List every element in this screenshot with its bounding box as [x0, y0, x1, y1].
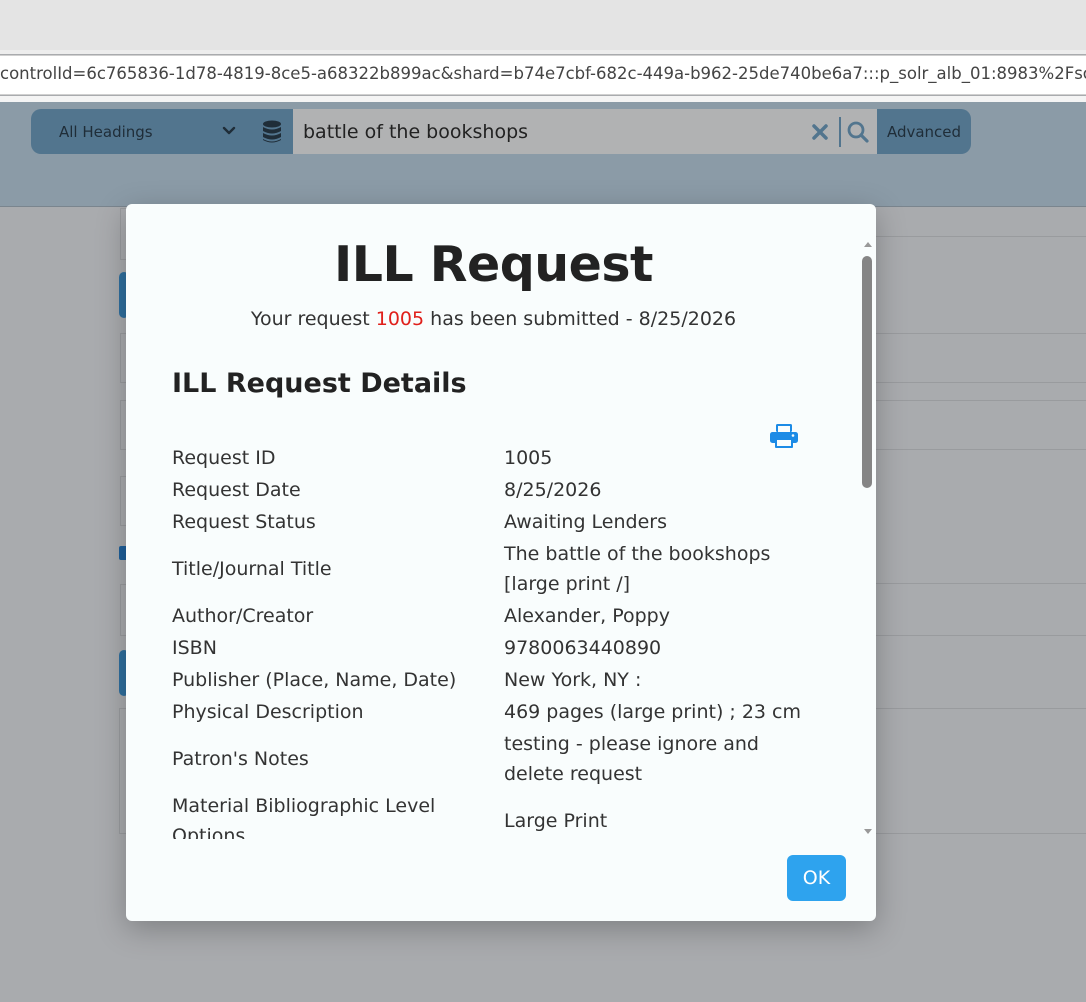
detail-label: Request Date	[172, 479, 301, 501]
modal-title: ILL Request	[334, 236, 653, 293]
detail-label: Request Status	[172, 511, 316, 533]
modal-body[interactable]: ILL Request Your request 1005 has been s…	[126, 204, 861, 839]
detail-row-publisher: Publisher (Place, Name, Date) New York, …	[172, 664, 822, 696]
detail-value: Awaiting Lenders	[504, 511, 668, 533]
modal-scrollbar[interactable]	[861, 242, 875, 834]
search-input[interactable]	[293, 109, 877, 154]
background-field-right	[875, 400, 1086, 450]
search-icon	[847, 121, 869, 143]
detail-label: Request ID	[172, 447, 276, 469]
address-bar[interactable]: controlId=6c765836-1d78-4819-8ce5-a68322…	[0, 55, 1086, 95]
browser-tab-strip	[0, 0, 1086, 50]
detail-row-isbn: ISBN 9780063440890	[172, 632, 822, 664]
subtitle-suffix: has been submitted - 8/25/2026	[430, 308, 737, 330]
details-heading: ILL Request Details	[172, 368, 467, 399]
detail-value: 8/25/2026	[504, 479, 602, 501]
background-textarea-right	[875, 708, 1086, 834]
subtitle-prefix: Your request	[250, 308, 370, 330]
detail-row-title: Title/Journal Title The battle of the bo…	[172, 538, 822, 600]
chevron-down-icon	[222, 126, 236, 135]
search-bar: All Headings battle of the bookshops Adv…	[31, 109, 971, 154]
clear-search-button[interactable]	[805, 109, 835, 154]
detail-value: testing - please ignore and delete reque…	[504, 733, 759, 785]
detail-row-patron-notes: Patron's Notes testing - please ignore a…	[172, 728, 822, 790]
detail-value: 9780063440890	[504, 637, 662, 659]
background-field-right	[875, 333, 1086, 383]
detail-label: Title/Journal Title	[172, 558, 332, 580]
detail-value: Alexander, Poppy	[504, 605, 670, 627]
detail-value: The battle of the bookshops [large print…	[504, 543, 771, 595]
detail-row-request-status: Request Status Awaiting Lenders	[172, 506, 822, 538]
request-number: 1005	[375, 308, 425, 330]
detail-row-request-date: Request Date 8/25/2026	[172, 474, 822, 506]
search-input-wrapper	[293, 109, 877, 154]
detail-value: New York, NY :	[504, 669, 642, 691]
address-bar-url: controlId=6c765836-1d78-4819-8ce5-a68322…	[0, 64, 1086, 83]
detail-label: Physical Description	[172, 701, 364, 723]
detail-value: 469 pages (large print) ; 23 cm	[504, 701, 802, 723]
advanced-search-button[interactable]: Advanced	[877, 109, 971, 154]
detail-label: Patron's Notes	[172, 748, 309, 770]
ill-request-modal: ILL Request Your request 1005 has been s…	[126, 204, 876, 921]
search-button[interactable]	[841, 109, 875, 154]
heading-select-value: All Headings	[59, 122, 153, 141]
detail-value: Large Print	[504, 810, 608, 832]
detail-label: ISBN	[172, 637, 217, 659]
close-icon	[812, 123, 828, 140]
detail-row-physical-description: Physical Description 469 pages (large pr…	[172, 696, 822, 728]
scroll-down-arrow-icon[interactable]	[864, 829, 872, 834]
detail-row-request-id: Request ID 1005	[172, 442, 822, 474]
detail-value: 1005	[504, 447, 553, 469]
detail-row-author: Author/Creator Alexander, Poppy	[172, 600, 822, 632]
details-list: Request ID 1005 Request Date 8/25/2026 R…	[172, 442, 822, 839]
ok-button[interactable]: OK	[787, 855, 846, 901]
scroll-thumb[interactable]	[862, 256, 872, 488]
detail-label: Material Bibliographic Level Options	[172, 795, 436, 839]
background-field-right	[875, 583, 1086, 636]
detail-label: Publisher (Place, Name, Date)	[172, 669, 457, 691]
scroll-up-arrow-icon[interactable]	[864, 242, 872, 247]
detail-row-material-level: Material Bibliographic Level Options Lar…	[172, 790, 822, 839]
detail-label: Author/Creator	[172, 605, 314, 627]
heading-select[interactable]: All Headings	[31, 109, 251, 154]
database-button[interactable]	[251, 109, 293, 154]
database-icon	[263, 120, 281, 142]
browser-separator	[0, 50, 1086, 54]
app-header: All Headings battle of the bookshops Adv…	[0, 102, 1086, 207]
modal-subtitle: Your request 1005 has been submitted - 8…	[126, 308, 861, 330]
background-field-right	[875, 236, 1086, 237]
